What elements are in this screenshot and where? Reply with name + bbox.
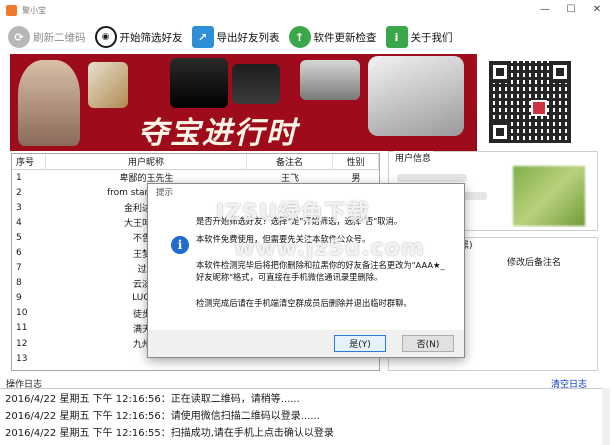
update-check-label: 软件更新检查 [313, 31, 377, 44]
refresh-qr-button[interactable]: ⟳ 刷新二维码 [8, 26, 86, 48]
blurred-user-detail [397, 174, 467, 182]
upload-arrow-icon: ↑ [288, 26, 311, 48]
maximize-button[interactable]: ☐ [558, 0, 584, 18]
info-square-icon: i [385, 26, 408, 48]
banner-hand-image [18, 60, 80, 146]
log-line: 2016/4/22 星期五 下午 12:16:56：正在读取二维码，请稍等...… [5, 394, 300, 405]
row-number: 2 [16, 187, 22, 198]
qr-finder [489, 61, 511, 83]
avatar [513, 166, 585, 226]
window-title: 聚小宝 [22, 5, 46, 15]
banner-toaster-image [368, 56, 464, 136]
qr-logo [531, 100, 547, 116]
qr-finder [489, 121, 511, 143]
log-line: 2016/4/22 星期五 下午 12:16:56：请使用微信扫描二维码以登录.… [5, 411, 320, 422]
row-number: 12 [16, 338, 28, 349]
watermark-url: www.jz5u.com [234, 236, 425, 261]
row-number: 6 [16, 248, 22, 259]
column-header-no[interactable]: 序号 [12, 154, 46, 169]
dialog-footer: 是(Y) 否(N) [148, 330, 464, 357]
watermark-text: IZSU绿色下载 [216, 201, 370, 226]
row-number: 7 [16, 263, 22, 274]
dialog-message: 检测完成后请在手机端清空群成员后删除并退出临时群聊。 [196, 298, 412, 308]
row-number: 13 [16, 353, 28, 364]
about-label: 关于我们 [410, 31, 453, 44]
column-header-remark[interactable]: 备注名 [247, 154, 333, 169]
row-number: 5 [16, 232, 22, 243]
export-list-button[interactable]: ↗ 导出好友列表 [191, 26, 280, 48]
row-number: 9 [16, 293, 22, 304]
close-button[interactable]: ✕ [584, 0, 610, 18]
qr-finder [549, 61, 571, 83]
row-number: 8 [16, 278, 22, 289]
row-number: 1 [16, 172, 22, 183]
row-number: 3 [16, 202, 22, 213]
export-icon: ↗ [191, 26, 214, 48]
row-number: 11 [16, 323, 28, 334]
qr-code-panel [477, 54, 600, 151]
no-button[interactable]: 否(N) [402, 335, 454, 352]
user-info-label: 用户信息 [393, 151, 434, 164]
info-icon: i [171, 236, 189, 254]
refresh-qr-label: 刷新二维码 [33, 31, 86, 44]
update-check-button[interactable]: ↑ 软件更新检查 [288, 26, 377, 48]
table-header: 序号 用户昵称 备注名 性别 [12, 154, 379, 170]
wechat-icon: ◉ [94, 26, 117, 48]
refresh-icon: ⟳ [8, 26, 30, 48]
row-number: 10 [16, 308, 28, 319]
column-header-nickname[interactable]: 用户昵称 [46, 154, 247, 169]
log-list[interactable]: 2016/4/22 星期五 下午 12:16:56：正在读取二维码，请稍等...… [0, 388, 604, 445]
log-scrollbar[interactable] [602, 388, 610, 445]
banner-product-image [170, 58, 228, 108]
yes-button[interactable]: 是(Y) [334, 335, 386, 352]
banner-slogan: 夺宝进行时 [138, 116, 298, 151]
window-controls: — ☐ ✕ [532, 0, 610, 18]
app-icon [6, 4, 17, 16]
promo-banner[interactable]: 夺宝进行时 [10, 54, 600, 151]
dialog-message: 本软件检测完毕后将把你删除和拉黑你的好友备注名更改为"AAA★_ [196, 260, 445, 270]
qr-code-image [489, 61, 571, 143]
start-filter-label: 开始筛选好友 [119, 31, 183, 44]
row-number: 4 [16, 217, 22, 228]
title-bar: 聚小宝 — ☐ ✕ [0, 0, 612, 20]
minimize-button[interactable]: — [532, 0, 558, 18]
banner-product-image [300, 60, 360, 100]
banner-product-image [88, 62, 128, 108]
dialog-message: 好友昵称"格式，可直接在手机微信通讯录里删除。 [196, 272, 383, 282]
export-list-label: 导出好友列表 [216, 31, 280, 44]
start-filter-button[interactable]: ◉ 开始筛选好友 [94, 26, 183, 48]
log-line: 2016/4/22 星期五 下午 12:16:55：扫描成功,请在手机上点击确认… [5, 428, 334, 439]
about-button[interactable]: i 关于我们 [385, 26, 453, 48]
banner-camera-image [232, 64, 280, 104]
toolbar: ⟳ 刷新二维码 ◉ 开始筛选好友 ↗ 导出好友列表 ↑ 软件更新检查 i 关于我… [0, 22, 612, 52]
column-header-new-remark[interactable]: 修改后备注名 [507, 255, 561, 268]
column-header-gender[interactable]: 性别 [333, 154, 379, 169]
